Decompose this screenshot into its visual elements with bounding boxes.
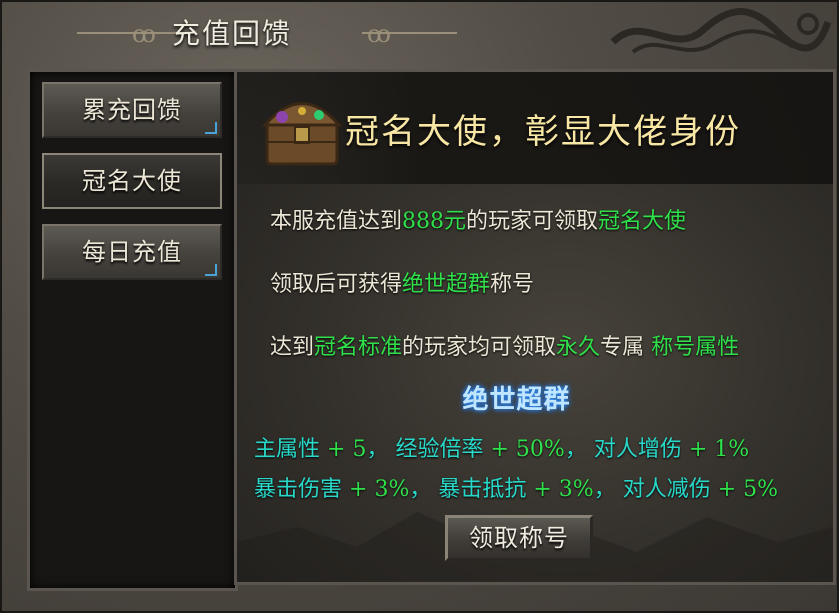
tab-label: 累充回馈 bbox=[82, 96, 182, 124]
description-line-2: 领取后可获得绝世超群称号 bbox=[270, 266, 534, 298]
main-panel: 冠名大使，彰显大佬身份 本服充值达到888元的玩家可领取冠名大使 领取后可获得绝… bbox=[234, 69, 836, 585]
corner-tick-icon bbox=[205, 122, 217, 134]
tab-label: 每日充值 bbox=[82, 238, 182, 266]
stat-value: + 1% bbox=[688, 437, 750, 462]
tab-title-ambassador[interactable]: 冠名大使 bbox=[42, 153, 222, 209]
corner-tick-icon bbox=[205, 264, 217, 276]
attribute-text: 称号属性 bbox=[651, 335, 740, 360]
stat-value: + 5% bbox=[717, 477, 779, 502]
recharge-amount: 888元 bbox=[402, 209, 467, 234]
title-ornament-right bbox=[362, 32, 457, 34]
text: 的玩家可领取 bbox=[466, 209, 599, 234]
tab-daily-recharge[interactable]: 每日充值 bbox=[42, 224, 222, 280]
title-bar: ꝏ 充值回馈 ꝏ bbox=[2, 2, 839, 60]
text: 领取后可获得 bbox=[270, 272, 403, 297]
reward-name: 冠名大使 bbox=[598, 209, 687, 234]
treasure-chest-icon bbox=[261, 102, 343, 166]
description-line-3: 达到冠名标准的玩家均可领取永久专属 称号属性 bbox=[270, 329, 739, 361]
stat-sep: ， bbox=[409, 477, 432, 502]
claim-title-button[interactable]: 领取称号 bbox=[445, 515, 593, 561]
stat-value: + 5 bbox=[327, 437, 367, 462]
description-line-1: 本服充值达到888元的玩家可领取冠名大使 bbox=[270, 203, 686, 235]
text: 达到 bbox=[270, 335, 315, 360]
dragon-ornament-icon bbox=[610, 8, 832, 54]
permanent-text: 永久 bbox=[556, 335, 601, 360]
sidebar: 累充回馈 冠名大使 每日充值 bbox=[27, 69, 238, 591]
text: 专属 bbox=[600, 335, 645, 360]
title-name: 绝世超群 bbox=[402, 272, 491, 297]
stat-sep: ， bbox=[564, 437, 587, 462]
stat-name: 暴击伤害 bbox=[254, 477, 343, 502]
swirl-ornament-icon: ꝏ bbox=[367, 20, 391, 48]
text: 本服充值达到 bbox=[270, 209, 403, 234]
stat-name: 经验倍率 bbox=[395, 437, 484, 462]
banner-title: 冠名大使，彰显大佬身份 bbox=[345, 112, 741, 152]
text: 的玩家均可领取 bbox=[402, 335, 557, 360]
stats-row-1: 主属性 + 5， 经验倍率 + 50%， 对人增伤 + 1% bbox=[254, 431, 749, 463]
stat-value: + 3% bbox=[349, 477, 410, 502]
stat-name: 主属性 bbox=[254, 437, 321, 462]
tab-cumulative-recharge[interactable]: 累充回馈 bbox=[42, 82, 222, 138]
standard-text: 冠名标准 bbox=[314, 335, 403, 360]
stats-row-2: 暴击伤害 + 3%， 暴击抵抗 + 3%， 对人减伤 + 5% bbox=[254, 471, 778, 503]
stat-name: 对人增伤 bbox=[593, 437, 682, 462]
stat-value: + 3% bbox=[533, 477, 594, 502]
banner: 冠名大使，彰显大佬身份 bbox=[237, 72, 833, 184]
stat-sep: ， bbox=[593, 477, 616, 502]
text: 称号 bbox=[490, 272, 535, 297]
title-badge: 绝世超群 bbox=[462, 385, 571, 415]
stat-sep: ， bbox=[366, 437, 389, 462]
stat-value: + 50% bbox=[490, 437, 565, 462]
game-window: ꝏ 充值回馈 ꝏ 累充回馈 冠名大使 每日充值 冠名大使，彰显大佬身份 本服充值… bbox=[0, 0, 839, 613]
tab-label: 冠名大使 bbox=[82, 167, 182, 195]
stat-name: 暴击抵抗 bbox=[438, 477, 527, 502]
stat-name: 对人减伤 bbox=[622, 477, 711, 502]
